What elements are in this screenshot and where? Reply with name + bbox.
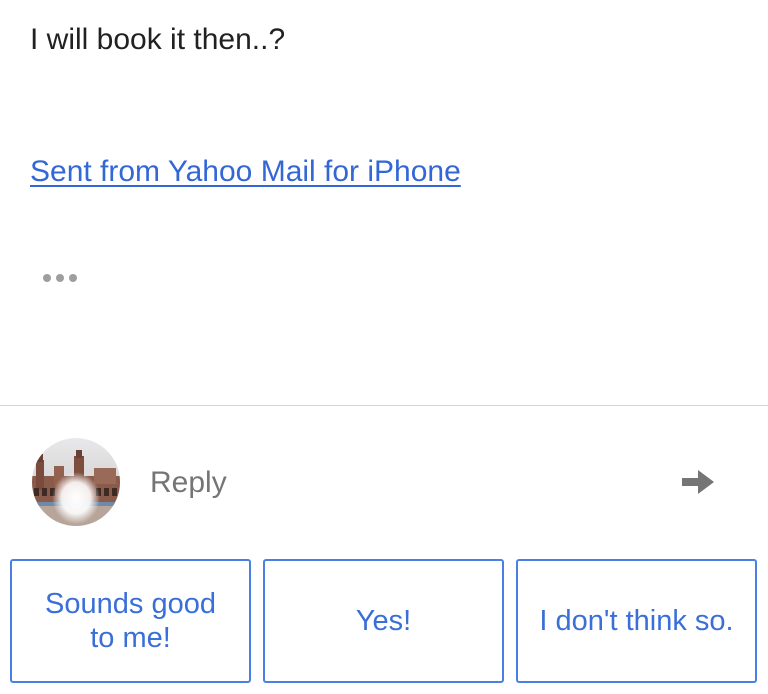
reply-input[interactable]: Reply <box>150 456 650 510</box>
avatar <box>32 438 120 526</box>
reply-placeholder: Reply <box>150 466 227 499</box>
smart-reply-label-line: Sounds good <box>45 588 216 620</box>
smart-reply-label: I don't think so. <box>539 605 734 637</box>
smart-reply-yes[interactable]: Yes! <box>263 559 504 683</box>
message-text: I will book it then..? <box>30 23 286 56</box>
signature-link[interactable]: Sent from Yahoo Mail for iPhone <box>30 152 461 192</box>
smart-reply-label-line: to me! <box>90 622 171 654</box>
more-horizontal-icon <box>43 274 77 282</box>
smart-reply-suggestions: Sounds good to me! Yes! I don't think so… <box>0 558 768 686</box>
smart-reply-sounds-good[interactable]: Sounds good to me! <box>10 559 251 683</box>
smart-reply-label: Sounds good to me! <box>45 587 216 655</box>
reply-bar: Reply <box>0 406 768 556</box>
smart-reply-label: Yes! <box>355 605 412 637</box>
sender-avatar-photo <box>32 438 120 526</box>
smart-reply-dont-think-so[interactable]: I don't think so. <box>516 559 757 683</box>
message-body: I will book it then..? Sent from Yahoo M… <box>0 0 768 405</box>
show-quoted-text-button[interactable] <box>30 258 90 298</box>
send-button[interactable] <box>672 458 724 506</box>
arrow-right-icon <box>682 470 714 494</box>
